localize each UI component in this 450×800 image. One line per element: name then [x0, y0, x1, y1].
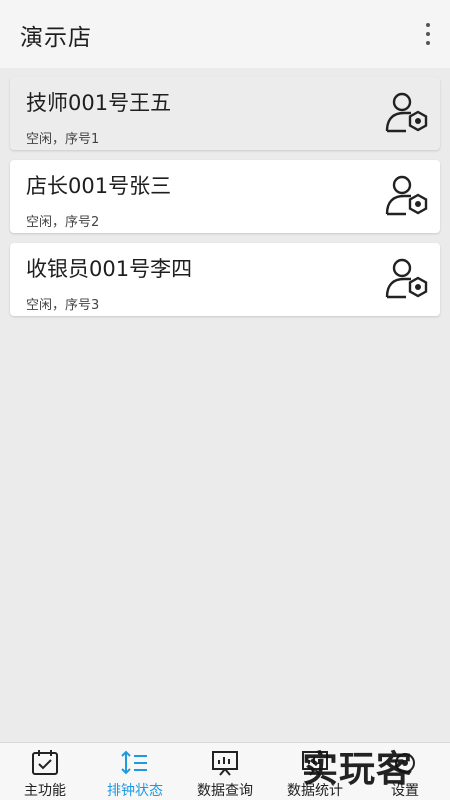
chart-board-icon — [302, 751, 328, 776]
staff-card[interactable]: 店长001号张三 空闲，序号2 — [10, 160, 440, 233]
chart-board-icon — [212, 751, 238, 776]
nav-item-settings[interactable]: 设置 — [360, 743, 450, 800]
nav-item-data-query[interactable]: 数据查询 — [180, 743, 270, 800]
user-gear-icon[interactable] — [384, 174, 430, 220]
nav-label: 主功能 — [24, 783, 66, 799]
staff-list: 技师001号王五 空闲，序号1 店长001号张三 空闲，序号2 收银员001号李… — [10, 77, 440, 326]
nav-label: 设置 — [391, 783, 419, 799]
more-vert-icon[interactable] — [420, 20, 436, 48]
nav-label: 排钟状态 — [107, 783, 163, 799]
staff-name: 收银员001号李四 — [26, 257, 193, 281]
staff-status: 空闲，序号1 — [26, 132, 100, 147]
nav-item-queue-status[interactable]: 排钟状态 — [90, 743, 180, 800]
page-title: 演示店 — [20, 25, 92, 51]
bottom-nav: 主功能 排钟状态 数据查询 数据统计 设置 — [0, 742, 450, 800]
staff-status: 空闲，序号2 — [26, 215, 100, 230]
nav-item-data-stats[interactable]: 数据统计 — [270, 743, 360, 800]
nav-item-main[interactable]: 主功能 — [0, 743, 90, 800]
staff-card[interactable]: 收银员001号李四 空闲，序号3 — [10, 243, 440, 316]
settings-icon — [395, 753, 415, 773]
staff-card[interactable]: 技师001号王五 空闲，序号1 — [10, 77, 440, 150]
user-gear-icon[interactable] — [384, 91, 430, 137]
staff-status: 空闲，序号3 — [26, 298, 100, 313]
nav-label: 数据统计 — [287, 783, 343, 799]
nav-label: 数据查询 — [197, 783, 253, 799]
user-gear-icon[interactable] — [384, 257, 430, 303]
calendar-check-icon — [32, 750, 58, 775]
staff-name: 技师001号王五 — [26, 91, 172, 115]
sort-list-icon — [121, 750, 147, 775]
app-header: 演示店 — [0, 0, 450, 68]
staff-name: 店长001号张三 — [26, 174, 172, 198]
